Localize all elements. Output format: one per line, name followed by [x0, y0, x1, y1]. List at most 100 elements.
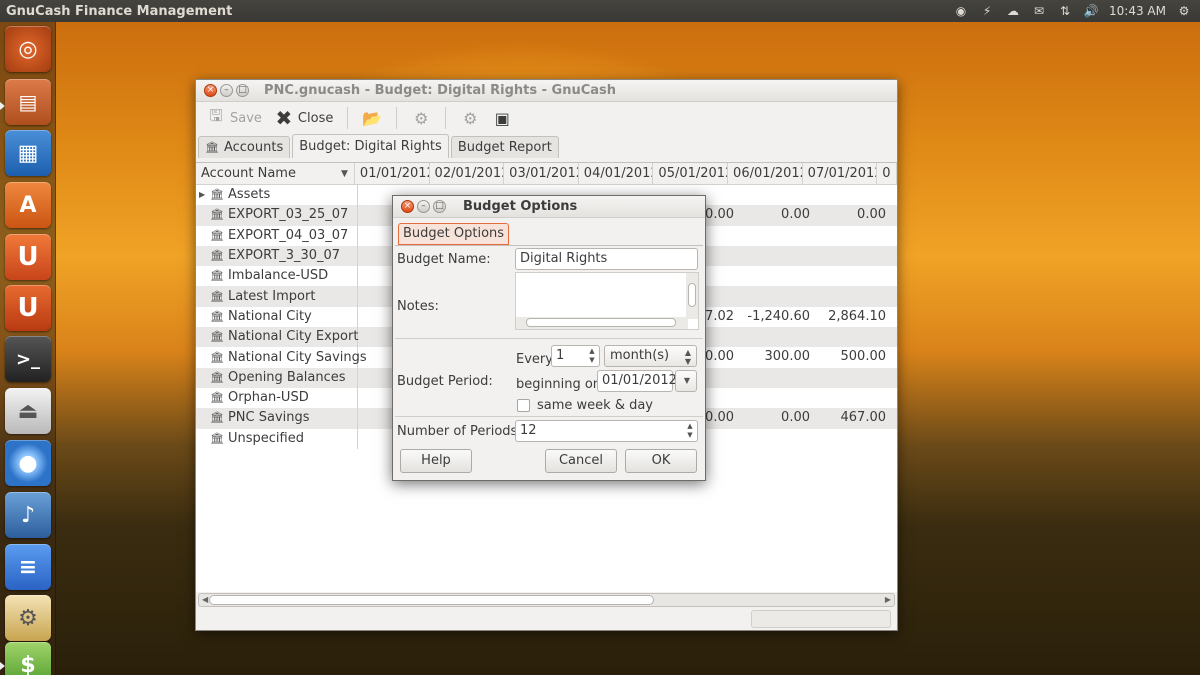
dialog-close-button[interactable]: × [401, 200, 414, 213]
budget-cell[interactable] [738, 327, 814, 347]
number-of-periods-spinbutton[interactable]: 12 ▲ ▼ [515, 420, 698, 442]
expand-arrow-icon[interactable]: ▶ [199, 185, 205, 205]
column-header-date[interactable]: 06/01/2012 [728, 163, 803, 185]
estimate-button[interactable]: ⚙ [456, 106, 484, 130]
budget-cell[interactable] [814, 246, 890, 266]
budget-cell[interactable]: 467.00 [814, 408, 890, 428]
file-manager-icon[interactable]: ▤ [5, 79, 51, 125]
budget-cell[interactable]: 500.00 [814, 347, 890, 367]
chromium-icon[interactable]: ● [5, 440, 51, 486]
scroll-left-arrow-icon[interactable]: ◀ [202, 594, 208, 606]
cancel-button[interactable]: Cancel [545, 449, 617, 473]
column-header-date[interactable]: 05/01/2012 [653, 163, 729, 185]
mail-icon[interactable]: ✉ [1031, 3, 1047, 19]
budget-cell[interactable] [738, 226, 814, 246]
same-week-day-checkbox[interactable] [517, 399, 530, 412]
cloud-icon[interactable]: ☁ [1005, 3, 1021, 19]
bank-icon: 🏛 [210, 350, 224, 364]
window-minimize-button[interactable]: – [220, 84, 233, 97]
rhythmbox-icon[interactable]: ♪ [5, 492, 51, 538]
budget-cell[interactable]: 2,864.10 [814, 307, 890, 327]
account-name: National City Export [227, 329, 359, 345]
terminal-icon[interactable]: >_ [5, 336, 51, 382]
dialog-maximize-button[interactable]: □ [433, 200, 446, 213]
scroll-right-arrow-icon[interactable]: ▶ [885, 594, 891, 606]
budget-cell[interactable] [814, 185, 890, 205]
budget-cell[interactable] [814, 327, 890, 347]
tab-accounts[interactable]: 🏛 Accounts [198, 136, 291, 158]
ok-button[interactable]: OK [625, 449, 697, 473]
clock[interactable]: 10:43 AM [1109, 4, 1166, 18]
column-header-date[interactable]: 03/01/2012 [504, 163, 579, 185]
help-button[interactable]: Help [400, 449, 472, 473]
flash-icon[interactable]: ⚡ [979, 3, 995, 19]
budget-cell[interactable] [738, 185, 814, 205]
budget-cell[interactable] [814, 388, 890, 408]
notes-textarea[interactable] [515, 272, 699, 330]
options-button[interactable]: ⚙ [407, 106, 435, 130]
network-icon[interactable]: ⇅ [1057, 3, 1073, 19]
budget-options-dialog: × – □ Budget Options Budget Options Budg… [392, 195, 706, 481]
budget-cell[interactable] [814, 286, 890, 306]
window-maximize-button[interactable]: □ [236, 84, 249, 97]
budget-cell[interactable] [738, 246, 814, 266]
libreoffice-writer-icon[interactable]: ▦ [5, 130, 51, 176]
budget-cell[interactable] [814, 368, 890, 388]
budget-name-input[interactable]: Digital Rights [515, 248, 698, 270]
period-unit-select[interactable]: month(s) ▲ ▼ [604, 345, 697, 367]
column-header-date[interactable]: 0 [877, 163, 897, 185]
close-button[interactable]: ✖ Close [270, 106, 337, 130]
dialog-titlebar[interactable]: × – □ Budget Options [393, 196, 705, 218]
budget-cell[interactable]: -1,240.60 [738, 307, 814, 327]
budget-cell[interactable] [738, 286, 814, 306]
usb-disk-icon[interactable]: ⏏ [5, 388, 51, 434]
budget-cell[interactable]: 300.00 [738, 347, 814, 367]
volume-icon[interactable]: 🔊 [1083, 3, 1099, 19]
gear-icon[interactable]: ⚙ [1176, 3, 1192, 19]
tab-budget-report[interactable]: Budget Report [450, 136, 559, 158]
budget-cell[interactable] [814, 226, 890, 246]
spin-arrows-icon[interactable]: ▲ ▼ [685, 422, 695, 440]
notes-horizontal-scrollbar[interactable] [516, 317, 688, 329]
column-header-date[interactable]: 07/01/2012 [803, 163, 878, 185]
budget-cell[interactable] [738, 429, 814, 449]
tab-budget[interactable]: Budget: Digital Rights [292, 134, 449, 158]
budget-cell[interactable] [814, 429, 890, 449]
gnucash-icon[interactable]: $ [5, 642, 51, 675]
horizontal-scrollbar[interactable]: ◀ ▶ [198, 593, 895, 607]
column-header-account-name[interactable]: Account Name ▼ [196, 163, 355, 185]
budget-cell[interactable] [738, 388, 814, 408]
budget-cell[interactable] [814, 266, 890, 286]
window-titlebar[interactable]: × – □ PNC.gnucash - Budget: Digital Righ… [196, 80, 897, 102]
budget-cell[interactable]: 0.00 [814, 205, 890, 225]
ubuntu-one-icon[interactable]: U [5, 234, 51, 280]
software-center-icon[interactable]: A [5, 182, 51, 228]
beginning-on-date-input[interactable]: 01/01/2012 [597, 370, 677, 392]
column-header-date[interactable]: 04/01/2012 [579, 163, 654, 185]
ubuntu-one-music-icon[interactable]: U [5, 285, 51, 331]
tab-budget-options[interactable]: Budget Options [398, 223, 510, 245]
window-close-button[interactable]: × [204, 84, 217, 97]
budget-cell[interactable] [738, 266, 814, 286]
same-week-day-label[interactable]: same week & day [537, 398, 653, 413]
google-docs-icon[interactable]: ≡ [5, 544, 51, 590]
budget-cell[interactable]: 0.00 [738, 205, 814, 225]
dialog-minimize-button[interactable]: – [417, 200, 430, 213]
budget-cell[interactable] [738, 368, 814, 388]
column-header-date[interactable]: 02/01/2012 [430, 163, 505, 185]
spin-arrows-icon[interactable]: ▲ ▼ [587, 347, 597, 365]
chrome-icon[interactable]: ◉ [953, 3, 969, 19]
system-settings-icon[interactable]: ⚙ [5, 595, 51, 641]
ubuntu-dash-icon[interactable]: ◎ [5, 26, 51, 72]
open-button[interactable]: 📂 [358, 106, 386, 130]
budget-cell[interactable]: 0.00 [738, 408, 814, 428]
delete-budget-button[interactable]: ▣ [488, 106, 516, 130]
every-spinbutton[interactable]: 1 ▲ ▼ [551, 345, 600, 367]
scrollbar-thumb[interactable] [209, 595, 654, 605]
save-button[interactable]: 🖫 Save [202, 106, 266, 130]
bank-icon: 🏛 [210, 431, 224, 445]
bank-icon: 🏛 [210, 309, 224, 323]
column-header-date[interactable]: 01/01/2012 [355, 163, 430, 185]
notes-vertical-scrollbar[interactable] [686, 273, 698, 319]
date-picker-button[interactable]: ▼ [675, 370, 697, 392]
